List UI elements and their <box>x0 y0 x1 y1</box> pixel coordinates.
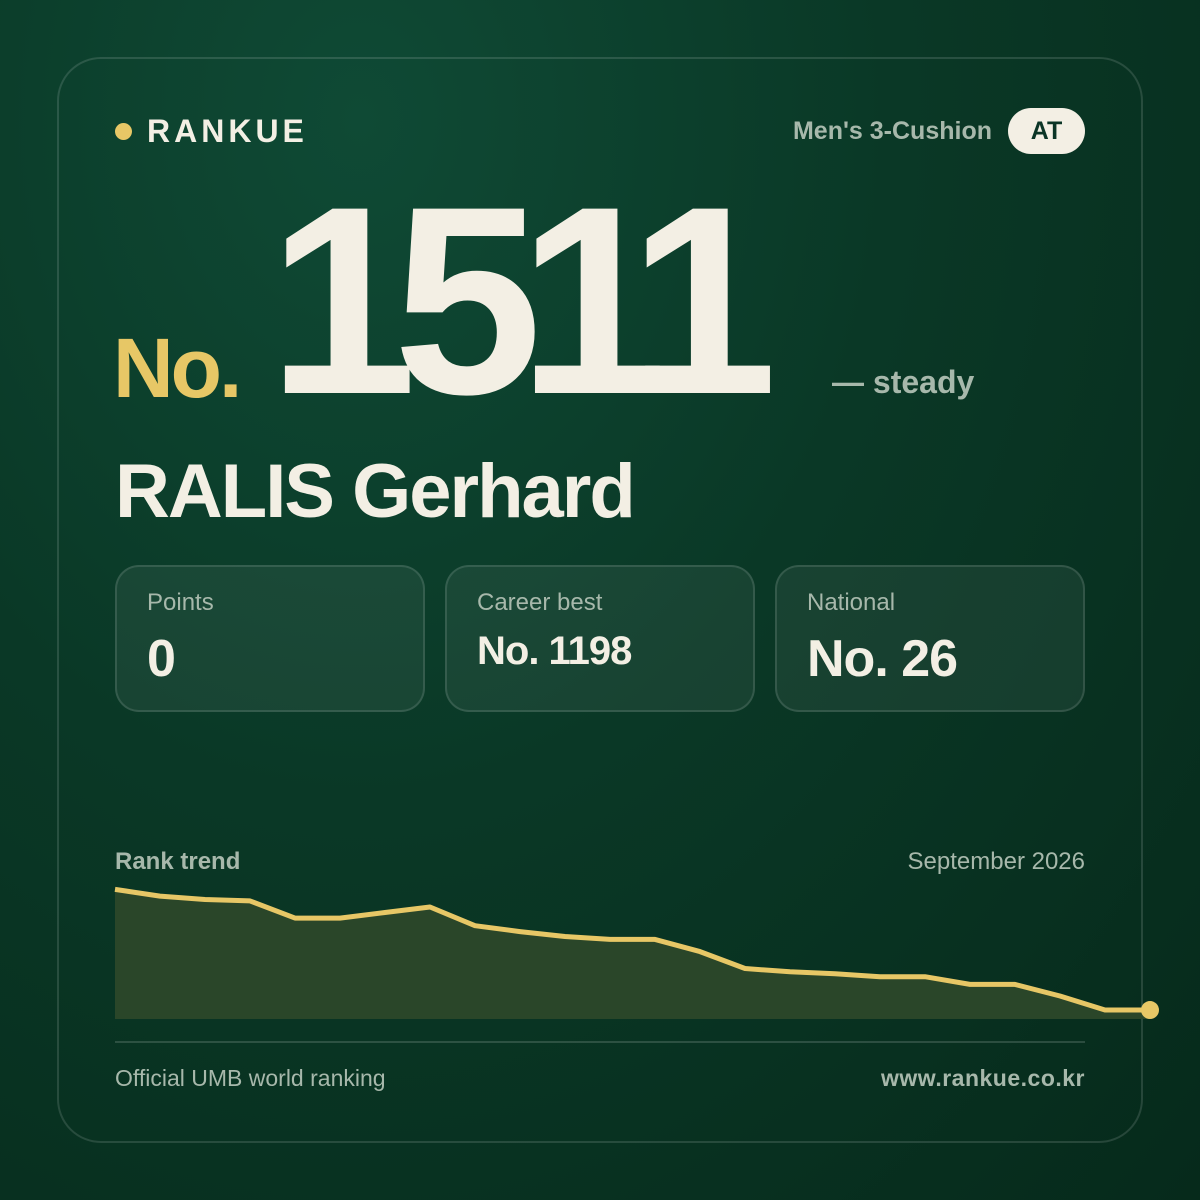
trend-label: Rank trend <box>115 848 241 875</box>
stat-label: National <box>807 589 896 616</box>
brand-dot-icon <box>115 122 132 140</box>
player-name: RALIS Gerhard <box>115 449 636 534</box>
country-badge: AT <box>1008 108 1085 154</box>
trend-date: September 2026 <box>907 848 1085 875</box>
stat-value: No. 26 <box>807 630 958 688</box>
rank-change: — steady <box>832 364 975 400</box>
rank-number: 1511 <box>268 150 777 450</box>
footer-website: www.rankue.co.kr <box>881 1065 1085 1091</box>
footer-source: Official UMB world ranking <box>115 1065 386 1091</box>
category-label: Men's 3-Cushion <box>792 117 992 145</box>
stat-card-national: National No. 26 <box>775 565 1085 712</box>
brand-logo: RANKUE <box>115 113 308 149</box>
trend-current-point <box>1141 1001 1159 1020</box>
stat-label: Points <box>147 589 214 616</box>
stat-card-career-best: Career best No. 1198 <box>445 565 755 712</box>
rank-prefix: No. <box>113 321 242 415</box>
stat-value: No. 1198 <box>477 629 632 673</box>
brand-name: RANKUE <box>147 112 308 149</box>
stat-value: 0 <box>147 630 176 688</box>
stat-card-points: Points 0 <box>115 565 425 712</box>
footer-divider <box>115 1041 1085 1043</box>
stat-label: Career best <box>477 589 603 616</box>
